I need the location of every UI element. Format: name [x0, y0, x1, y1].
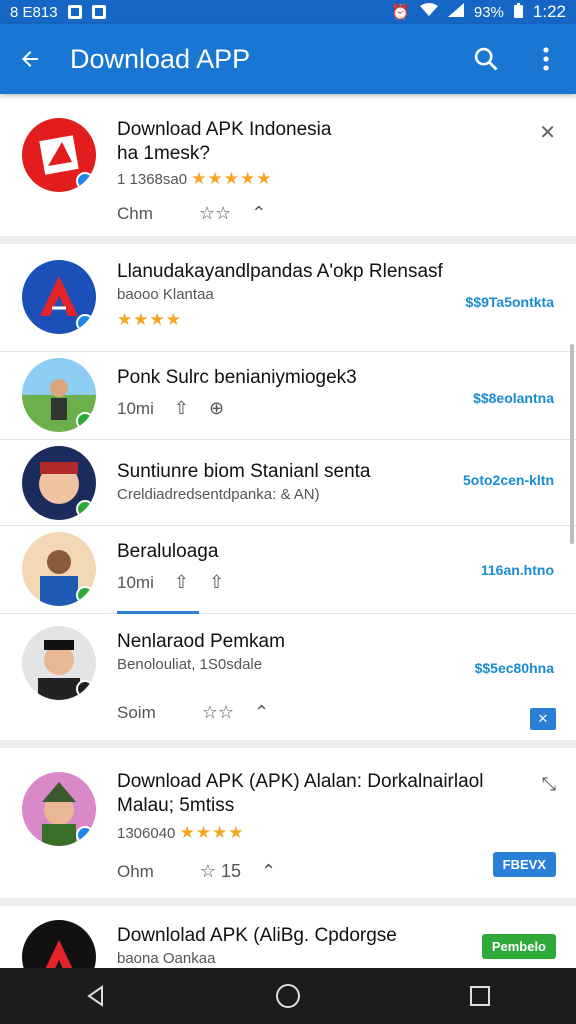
- more-options-button[interactable]: [516, 46, 576, 72]
- arrow-left-icon: [22, 51, 38, 67]
- app-bar: Download APP: [0, 24, 576, 94]
- list-item[interactable]: Beraluloaga 10mi ⇧ ⇧ 116an.htno: [0, 526, 576, 614]
- battery-level: 93%: [473, 3, 504, 21]
- list-item[interactable]: Downlolad APK (AliBg. Cpdorgse baona Oan…: [0, 906, 576, 968]
- list-item[interactable]: Suntiunre biom Stanianl senta Creldiadre…: [0, 440, 576, 526]
- back-button[interactable]: [0, 47, 60, 71]
- app-title: Llanudakayandlpandas A'okp Rlensasf: [117, 261, 443, 282]
- back-nav-button[interactable]: [66, 984, 126, 1008]
- install-button[interactable]: FBEVX: [492, 852, 556, 877]
- price-label: $$8eolantna: [473, 390, 554, 406]
- action-label: Ohm: [117, 861, 154, 881]
- app-list: Download APK Indonesia ha 1mesk? 1 1368s…: [0, 94, 576, 968]
- search-button[interactable]: [456, 45, 516, 73]
- buy-button[interactable]: Pembelo: [481, 934, 556, 959]
- app-title: Nenlaraod Pemkam: [117, 631, 285, 652]
- app-subtitle: 10mi: [117, 572, 154, 592]
- recents-nav-button[interactable]: [450, 985, 510, 1007]
- history-icon[interactable]: ⊕: [209, 398, 224, 419]
- list-item[interactable]: Nenlaraod Pemkam Benolouliat, 1S0sdale S…: [0, 614, 576, 748]
- price-label: $$9Ta5ontkta: [465, 294, 554, 310]
- action-label: Chm: [117, 203, 153, 223]
- chevron-up-icon[interactable]: ⌃: [254, 702, 269, 723]
- alarm-icon: ⏰: [391, 4, 410, 21]
- scrollbar[interactable]: [570, 344, 574, 544]
- signal-icon: [447, 3, 464, 21]
- triangle-back-icon: [87, 985, 103, 1007]
- home-nav-button[interactable]: [258, 983, 318, 1009]
- like-count: 15: [220, 861, 242, 881]
- notification-icon: [91, 5, 106, 19]
- price-label: $$5ec80hna: [474, 660, 554, 676]
- rating-stars: ★★★★★: [191, 169, 273, 188]
- clock: 1:22: [532, 2, 566, 21]
- chevron-up-icon[interactable]: ⌃: [251, 203, 266, 224]
- upload-icon[interactable]: ⇧: [174, 572, 189, 593]
- list-item[interactable]: Llanudakayandlpandas A'okp Rlensasf baoo…: [0, 244, 576, 352]
- upload-icon[interactable]: ⇧: [174, 398, 189, 419]
- app-meta: 1 1368sa0: [117, 171, 188, 188]
- app-title: Download APK (APK) Alalan: Dorkalnairlao…: [117, 771, 484, 792]
- app-title: Ponk Sulrc benianiymiogek3: [117, 367, 357, 388]
- app-meta: 1306040: [117, 825, 176, 842]
- price-label: 116an.htno: [480, 562, 554, 578]
- search-icon: [474, 47, 498, 71]
- app-subtitle: ha 1mesk?: [117, 143, 210, 164]
- share-button[interactable]: ✕: [530, 708, 556, 730]
- battery-icon: [513, 2, 523, 22]
- page-title: Download APP: [70, 43, 251, 74]
- chevron-up-icon[interactable]: ⌃: [261, 861, 276, 882]
- notification-icon: [67, 5, 82, 19]
- square-recents-icon: [470, 986, 490, 1006]
- app-subtitle: Malau; 5mtiss: [117, 795, 235, 816]
- thumbs-up-icon[interactable]: ☆☆: [199, 203, 231, 224]
- thumbs-up-icon[interactable]: ☆ 15: [200, 861, 241, 882]
- rating-stars: ★★★★: [117, 310, 182, 329]
- list-item[interactable]: Download APK (APK) Alalan: Dorkalnairlao…: [0, 748, 576, 906]
- price-label: 5oto2cen-kltn: [462, 472, 554, 488]
- upload-icon[interactable]: ⇧: [209, 572, 224, 593]
- app-subtitle: 10mi: [117, 398, 154, 418]
- pin-icon[interactable]: ⤡: [542, 774, 556, 795]
- more-vert-icon: [543, 47, 549, 71]
- wifi-icon: [419, 3, 438, 21]
- thumbs-up-icon[interactable]: ☆☆: [202, 702, 234, 723]
- status-left-text: 8 E813: [10, 3, 58, 21]
- list-item[interactable]: Download APK Indonesia ha 1mesk? 1 1368s…: [0, 94, 576, 244]
- circle-home-icon: [276, 984, 300, 1008]
- system-nav-bar: [0, 968, 576, 1024]
- rating-stars: ★★★★: [179, 823, 245, 842]
- app-title: Download APK Indonesia: [117, 119, 332, 140]
- app-title: Beraluloaga: [117, 541, 219, 562]
- list-item[interactable]: Ponk Sulrc benianiymiogek3 10mi ⇧ ⊕ $$8e…: [0, 352, 576, 440]
- action-label: Soim: [117, 702, 156, 722]
- status-bar: 8 E813 ⏰ 93% 1:22: [0, 0, 576, 24]
- close-icon[interactable]: ✕: [539, 120, 556, 145]
